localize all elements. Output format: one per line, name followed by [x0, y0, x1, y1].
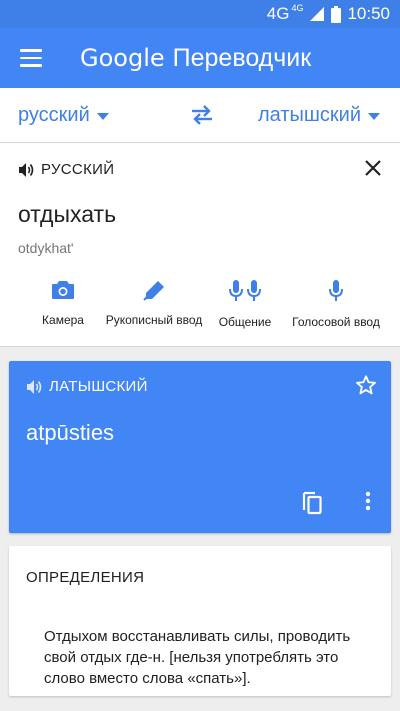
clock: 10:50: [347, 4, 390, 23]
input-card: РУССКИЙ отдыхать otdykhat' Камера Рукопи…: [0, 143, 400, 347]
dropdown-caret-icon: [96, 113, 109, 120]
camera-icon: [52, 281, 74, 299]
network-type: 4G: [266, 4, 290, 23]
status-bar: 4G 4G 10:50: [0, 0, 400, 28]
battery-icon: [331, 5, 342, 23]
voice-input-label: Голосовой ввод: [292, 315, 380, 329]
target-language-selector[interactable]: латышский: [258, 104, 381, 127]
conversation-button[interactable]: Общение: [195, 279, 295, 329]
definition-text: Отдыхом восстанавливать силы, проводить …: [44, 628, 351, 687]
source-language-selector[interactable]: русский: [18, 104, 109, 127]
copy-icon: [302, 491, 322, 515]
handwriting-button[interactable]: Рукописный ввод: [104, 279, 204, 327]
target-language-label: латышский: [258, 104, 362, 126]
microphone-icon: [329, 280, 343, 301]
signal-icon: [310, 7, 325, 21]
source-language-heading: РУССКИЙ: [41, 161, 115, 178]
camera-label: Камера: [42, 313, 84, 327]
app-title: Google Переводчик: [80, 42, 311, 74]
target-speak-button[interactable]: ЛАТЫШСКИЙ: [26, 378, 148, 395]
source-speak-button[interactable]: РУССКИЙ: [18, 161, 114, 178]
source-language-label: русский: [18, 104, 90, 126]
definitions-card: ОПРЕДЕЛЕНИЯ Отдыхом восстанавливать силы…: [9, 546, 391, 696]
camera-button[interactable]: Камера: [13, 279, 113, 327]
status-indicators: 4G 4G 10:50: [266, 3, 390, 24]
clear-input-button[interactable]: [364, 159, 382, 182]
transliteration: otdykhat': [18, 240, 74, 256]
conversation-label: Общение: [218, 315, 272, 329]
swap-icon: [192, 105, 212, 125]
swap-languages-button[interactable]: [190, 104, 214, 131]
dropdown-caret-icon: [368, 113, 381, 120]
app-name: Переводчик: [172, 44, 312, 72]
voice-input-button[interactable]: Голосовой ввод: [286, 279, 386, 329]
pen-icon: [143, 281, 164, 301]
handwriting-label: Рукописный ввод: [105, 313, 203, 327]
star-icon: [356, 375, 376, 395]
speaker-icon: [27, 379, 42, 394]
more-vert-icon: [365, 491, 371, 511]
menu-icon[interactable]: [20, 49, 42, 67]
target-language-heading: ЛАТЫШСКИЙ: [49, 378, 148, 395]
translated-text: atpūsties: [26, 420, 115, 445]
conversation-mic-icon: [229, 280, 261, 301]
source-text[interactable]: отдыхать: [18, 201, 116, 228]
copy-button[interactable]: [301, 489, 323, 520]
save-phrase-button[interactable]: [355, 374, 377, 401]
language-bar: русский латышский: [0, 88, 400, 143]
close-icon: [365, 160, 381, 176]
network-type-small: 4G: [291, 3, 304, 13]
definitions-heading: ОПРЕДЕЛЕНИЯ: [26, 569, 145, 586]
google-logo: Google: [80, 44, 165, 72]
more-options-button[interactable]: [365, 491, 371, 516]
speaker-icon: [19, 162, 34, 177]
translation-card[interactable]: ЛАТЫШСКИЙ atpūsties: [9, 361, 391, 533]
app-bar: Google Переводчик: [0, 28, 400, 88]
